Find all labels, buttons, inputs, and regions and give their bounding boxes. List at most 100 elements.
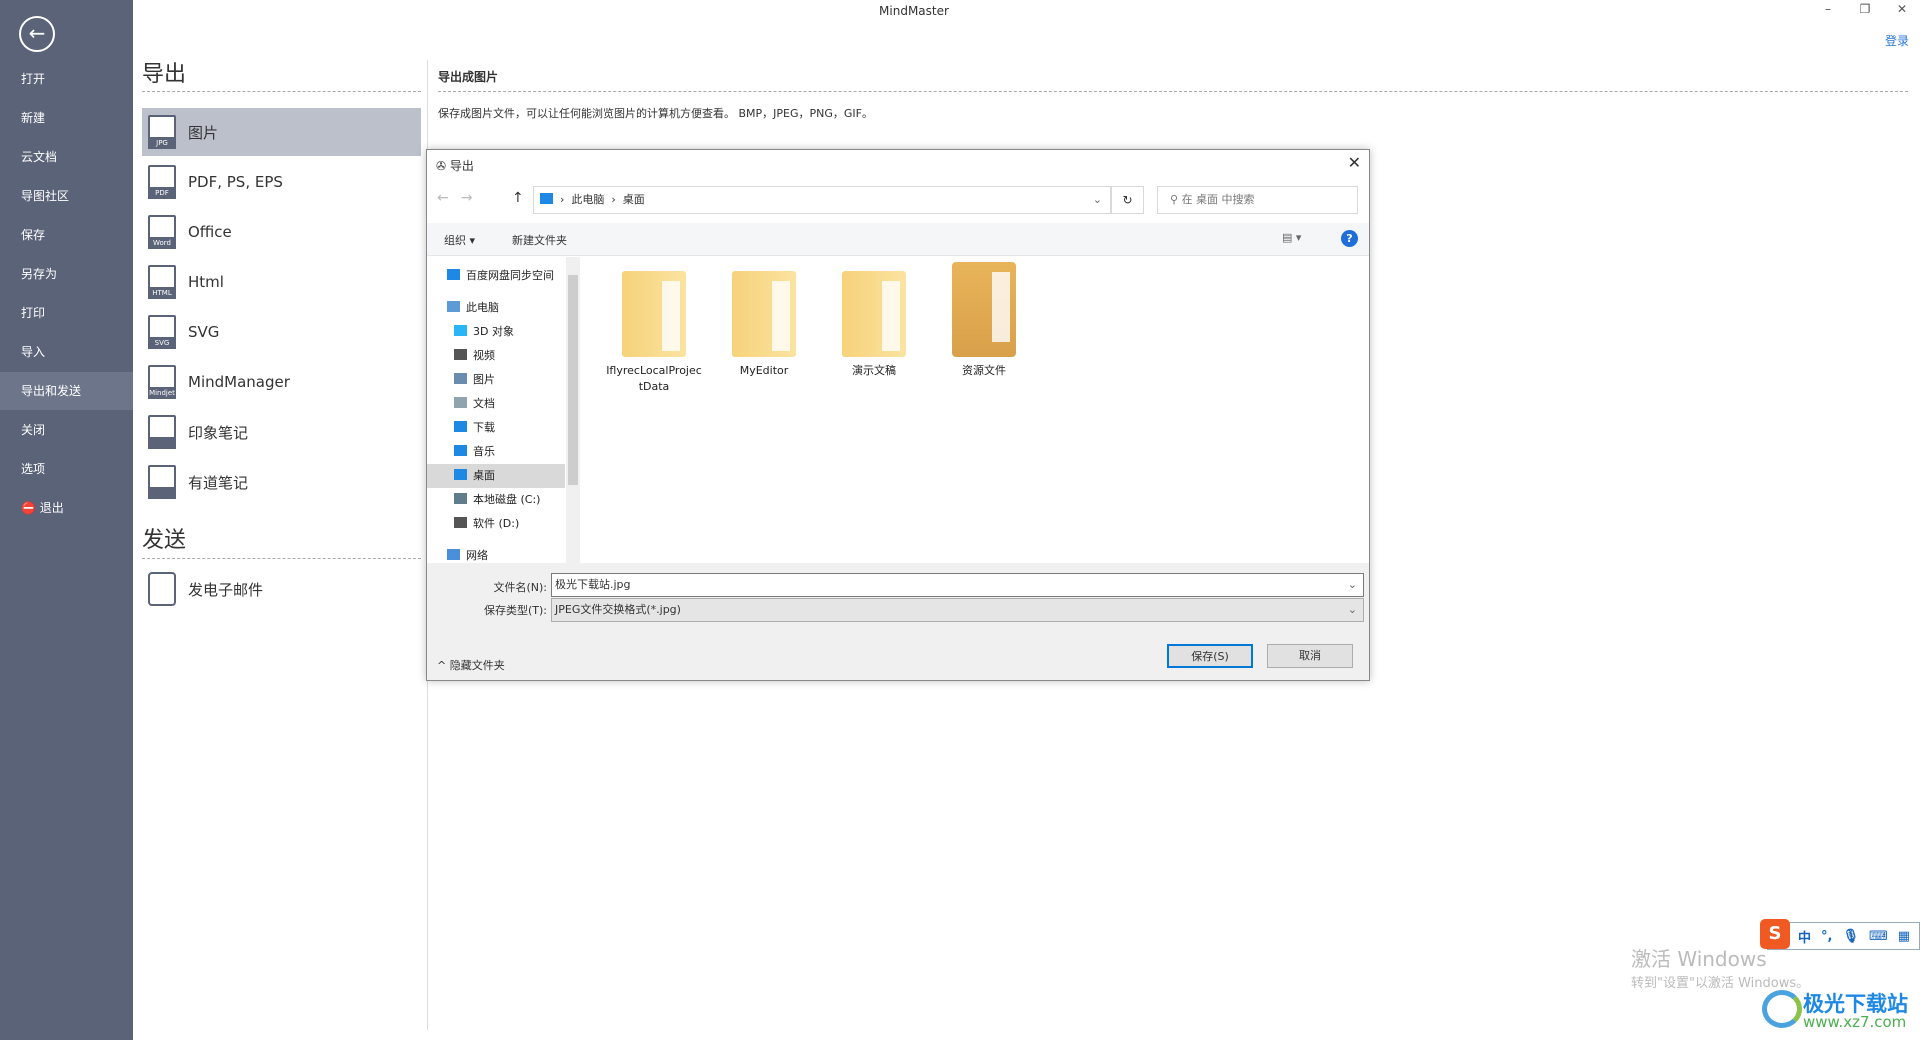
hide-folders-toggle[interactable]: ^ 隐藏文件夹 <box>437 657 505 673</box>
breadcrumb-pc[interactable]: 此电脑 <box>571 193 604 206</box>
export-item[interactable]: JPG 图片 <box>142 108 421 156</box>
format-badge: PDF <box>148 187 176 199</box>
sidebar-item[interactable]: 打开 <box>0 60 133 98</box>
cancel-button[interactable]: 取消 <box>1267 644 1353 668</box>
export-item[interactable]: SVG SVG <box>142 308 421 356</box>
refresh-icon[interactable]: ↻ <box>1111 186 1144 214</box>
restore-icon[interactable]: ❐ <box>1850 2 1880 16</box>
file-format-icon: HTML <box>148 265 176 299</box>
punctuation-icon[interactable]: °, <box>1821 929 1832 944</box>
dialog-close-icon[interactable]: ✕ <box>1348 153 1361 172</box>
nav-scrollbar[interactable] <box>566 257 580 564</box>
logo-swirl-icon <box>1762 990 1802 1028</box>
nav-item[interactable]: 百度网盘同步空间 <box>427 264 565 288</box>
nav-back-forward-icons[interactable]: ←→ <box>437 190 484 206</box>
nav-item-icon <box>447 269 460 280</box>
nav-item[interactable]: 本地磁盘 (C:) <box>427 488 565 512</box>
format-badge: Word <box>148 237 176 249</box>
sidebar-item[interactable]: 导出和发送 <box>0 372 133 410</box>
file-format-icon: SVG <box>148 315 176 349</box>
nav-item[interactable]: 音乐 <box>427 440 565 464</box>
view-options-icon[interactable]: ▤ ▾ <box>1282 231 1301 244</box>
sidebar-item[interactable]: 导图社区 <box>0 177 133 215</box>
ime-mode[interactable]: 中 <box>1798 927 1811 946</box>
sidebar-item[interactable]: 云文档 <box>0 138 133 176</box>
close-icon[interactable]: ✕ <box>1887 2 1917 16</box>
sidebar-item[interactable]: 另存为 <box>0 255 133 293</box>
activation-subtitle: 转到"设置"以激活 Windows。 <box>1631 976 1810 991</box>
format-badge: Mindjet <box>148 387 176 399</box>
export-item[interactable]: 印象笔记 <box>142 408 421 456</box>
login-link[interactable]: 登录 <box>1885 32 1909 49</box>
sidebar-item[interactable]: 关闭 <box>0 411 133 449</box>
sidebar-item[interactable]: 新建 <box>0 99 133 137</box>
divider <box>142 91 421 92</box>
nav-item-label: 音乐 <box>473 445 495 458</box>
nav-item[interactable]: 文档 <box>427 392 565 416</box>
new-folder-button[interactable]: 新建文件夹 <box>512 232 567 248</box>
toolbar: 组织 ▾ 新建文件夹 ▤ ▾ ? <box>427 223 1369 256</box>
breadcrumb-desktop[interactable]: 桌面 <box>623 193 645 206</box>
send-email-item[interactable]: 发电子邮件 <box>142 565 421 613</box>
sidebar-item[interactable]: ⛔ 退出 <box>0 489 133 527</box>
file-format-icon: Word <box>148 215 176 249</box>
back-arrow-icon[interactable]: ← <box>19 16 55 52</box>
file-format-icon: JPG <box>148 115 176 149</box>
folder-label: 资源文件 <box>962 364 1006 377</box>
nav-item[interactable]: 下载 <box>427 416 565 440</box>
export-item[interactable]: HTML Html <box>142 258 421 306</box>
export-item[interactable]: Word Office <box>142 208 421 256</box>
nav-item[interactable]: 此电脑 <box>427 296 565 320</box>
search-icon: ⚲ <box>1170 193 1182 206</box>
folder-item[interactable]: IflyrecLocalProjectData <box>606 271 702 395</box>
keyboard-icon[interactable]: ⌨ <box>1869 929 1888 944</box>
address-bar[interactable]: › 此电脑 › 桌面 ⌄ <box>533 186 1111 214</box>
nav-item-label: 本地磁盘 (C:) <box>473 493 541 506</box>
export-item[interactable]: PDF PDF, PS, EPS <box>142 158 421 206</box>
sidebar-item[interactable]: 选项 <box>0 450 133 488</box>
nav-item-label: 软件 (D:) <box>473 517 520 530</box>
sidebar-item[interactable]: 打印 <box>0 294 133 332</box>
nav-item-label: 网络 <box>466 549 488 562</box>
sidebar-item[interactable]: 保存 <box>0 216 133 254</box>
folder-label: MyEditor <box>739 364 789 377</box>
search-input[interactable]: ⚲ 在 桌面 中搜索 <box>1157 186 1358 214</box>
minimize-icon[interactable]: – <box>1813 2 1843 16</box>
nav-item[interactable]: 视频 <box>427 344 565 368</box>
dialog-footer: 文件名(N): 极光下载站.jpg ⌄ 保存类型(T): JPEG文件交换格式(*… <box>427 563 1369 680</box>
folder-item[interactable]: 资源文件 <box>936 262 1032 379</box>
folder-item[interactable]: 演示文稿 <box>826 271 922 379</box>
folder-item[interactable]: MyEditor <box>716 271 812 379</box>
chevron-down-icon[interactable]: ⌄ <box>1348 599 1357 621</box>
chevron-down-icon[interactable]: ⌄ <box>1093 187 1102 213</box>
nav-item[interactable]: 软件 (D:) <box>427 512 565 536</box>
organize-button[interactable]: 组织 ▾ <box>444 232 475 248</box>
export-item-label: Office <box>188 223 232 241</box>
filetype-select[interactable]: JPEG文件交换格式(*.jpg) ⌄ <box>551 598 1364 622</box>
sidebar-item[interactable]: 导入 <box>0 333 133 371</box>
activation-title: 激活 Windows <box>1631 947 1767 971</box>
sidebar-item-label: 打印 <box>21 306 46 320</box>
help-icon[interactable]: ? <box>1341 230 1358 247</box>
sidebar-item-label: 退出 <box>39 501 64 515</box>
nav-item[interactable]: 图片 <box>427 368 565 392</box>
save-button[interactable]: 保存(S) <box>1167 644 1253 668</box>
nav-item[interactable]: 桌面 <box>427 464 565 488</box>
nav-item-icon <box>454 421 467 432</box>
export-item[interactable]: Mindjet MindManager <box>142 358 421 406</box>
export-dialog: ✇ 导出 ✕ ←→ ↑ › 此电脑 › 桌面 ⌄ ↻ ⚲ 在 桌面 中搜索 组织… <box>426 149 1370 681</box>
filename-input[interactable]: 极光下载站.jpg ⌄ <box>551 573 1364 597</box>
export-item[interactable]: 有道笔记 <box>142 458 421 506</box>
chevron-down-icon[interactable]: ⌄ <box>1348 574 1357 596</box>
microphone-icon[interactable]: 🎙 <box>1842 929 1859 944</box>
export-item-label: 有道笔记 <box>188 473 249 492</box>
nav-item[interactable]: 3D 对象 <box>427 320 565 344</box>
nav-item-icon <box>454 517 467 528</box>
up-arrow-icon[interactable]: ↑ <box>512 190 524 206</box>
grid-icon[interactable]: ▦ <box>1898 929 1910 944</box>
ime-toolbar[interactable]: S 中 °, 🎙 ⌨ ▦ <box>1760 919 1920 950</box>
window-title: MindMaster <box>879 4 949 18</box>
filetype-value: JPEG文件交换格式(*.jpg) <box>555 603 681 616</box>
filename-label: 文件名(N): <box>493 581 547 594</box>
format-badge <box>148 437 176 449</box>
